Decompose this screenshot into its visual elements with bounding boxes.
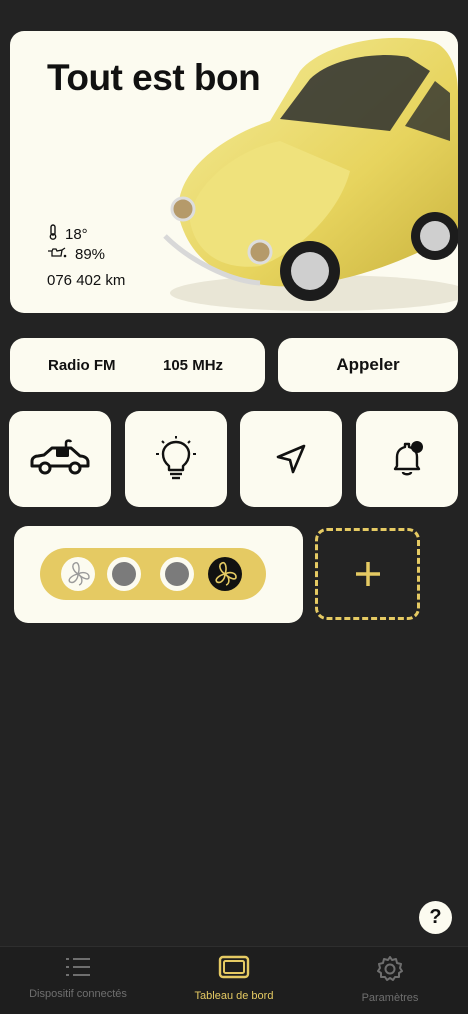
navigation-button[interactable] [240, 411, 342, 507]
oil-level-value: 89% [75, 245, 106, 263]
fan-icon [215, 561, 237, 586]
help-button[interactable]: ? [419, 901, 452, 934]
tab-dashboard[interactable]: Tableau de bord [156, 955, 312, 1002]
tab-label: Dispositif connectés [29, 988, 127, 1000]
radio-label: Radio FM [48, 356, 116, 374]
navigation-arrow-icon [276, 444, 306, 474]
car-unlock-icon [30, 439, 90, 475]
list-icon [66, 958, 90, 976]
status-title: Tout est bon [47, 57, 261, 98]
fan-max-option[interactable] [208, 557, 242, 591]
lights-button[interactable] [125, 411, 227, 507]
tab-settings[interactable]: Paramètres [312, 955, 468, 1004]
dashboard-icon [218, 955, 250, 979]
lightbulb-icon [156, 436, 196, 480]
vehicle-stats: 18° 89% 076 402 km [47, 224, 125, 289]
fan-control-card [14, 526, 303, 623]
fan-speed-selector[interactable] [40, 548, 266, 600]
fan-level-2-option[interactable] [160, 557, 194, 591]
temperature-value: 18° [65, 225, 88, 243]
fan-icon [68, 562, 90, 586]
tab-label: Paramètres [361, 992, 419, 1004]
bottom-tab-bar: Dispositif connectés Tableau de bord Par… [0, 946, 468, 1014]
radio-frequency: 105 MHz [163, 356, 224, 374]
thermometer-icon [47, 224, 65, 244]
gear-icon [377, 956, 403, 981]
radio-card[interactable]: Radio FM 105 MHz [10, 338, 265, 392]
call-button[interactable]: Appeler [278, 338, 458, 392]
tab-connected-devices[interactable]: Dispositif connectés [0, 955, 156, 1000]
dashboard-screen: Tout est bon 18° 89% 076 402 km Radio FM… [0, 0, 468, 1014]
add-widget-button[interactable] [315, 528, 420, 620]
oil-can-icon [47, 245, 67, 263]
alarm-button[interactable] [356, 411, 458, 507]
bell-notification-icon [393, 441, 423, 476]
car-lock-button[interactable] [9, 411, 111, 507]
odometer-value: 076 402 km [47, 272, 126, 289]
vehicle-status-card: Tout est bon 18° 89% 076 402 km [10, 31, 458, 313]
fan-off-option[interactable] [61, 557, 95, 591]
call-label: Appeler [336, 355, 400, 374]
plus-icon [355, 562, 380, 586]
fan-level-1-option[interactable] [107, 557, 141, 591]
tab-label: Tableau de bord [194, 990, 274, 1002]
